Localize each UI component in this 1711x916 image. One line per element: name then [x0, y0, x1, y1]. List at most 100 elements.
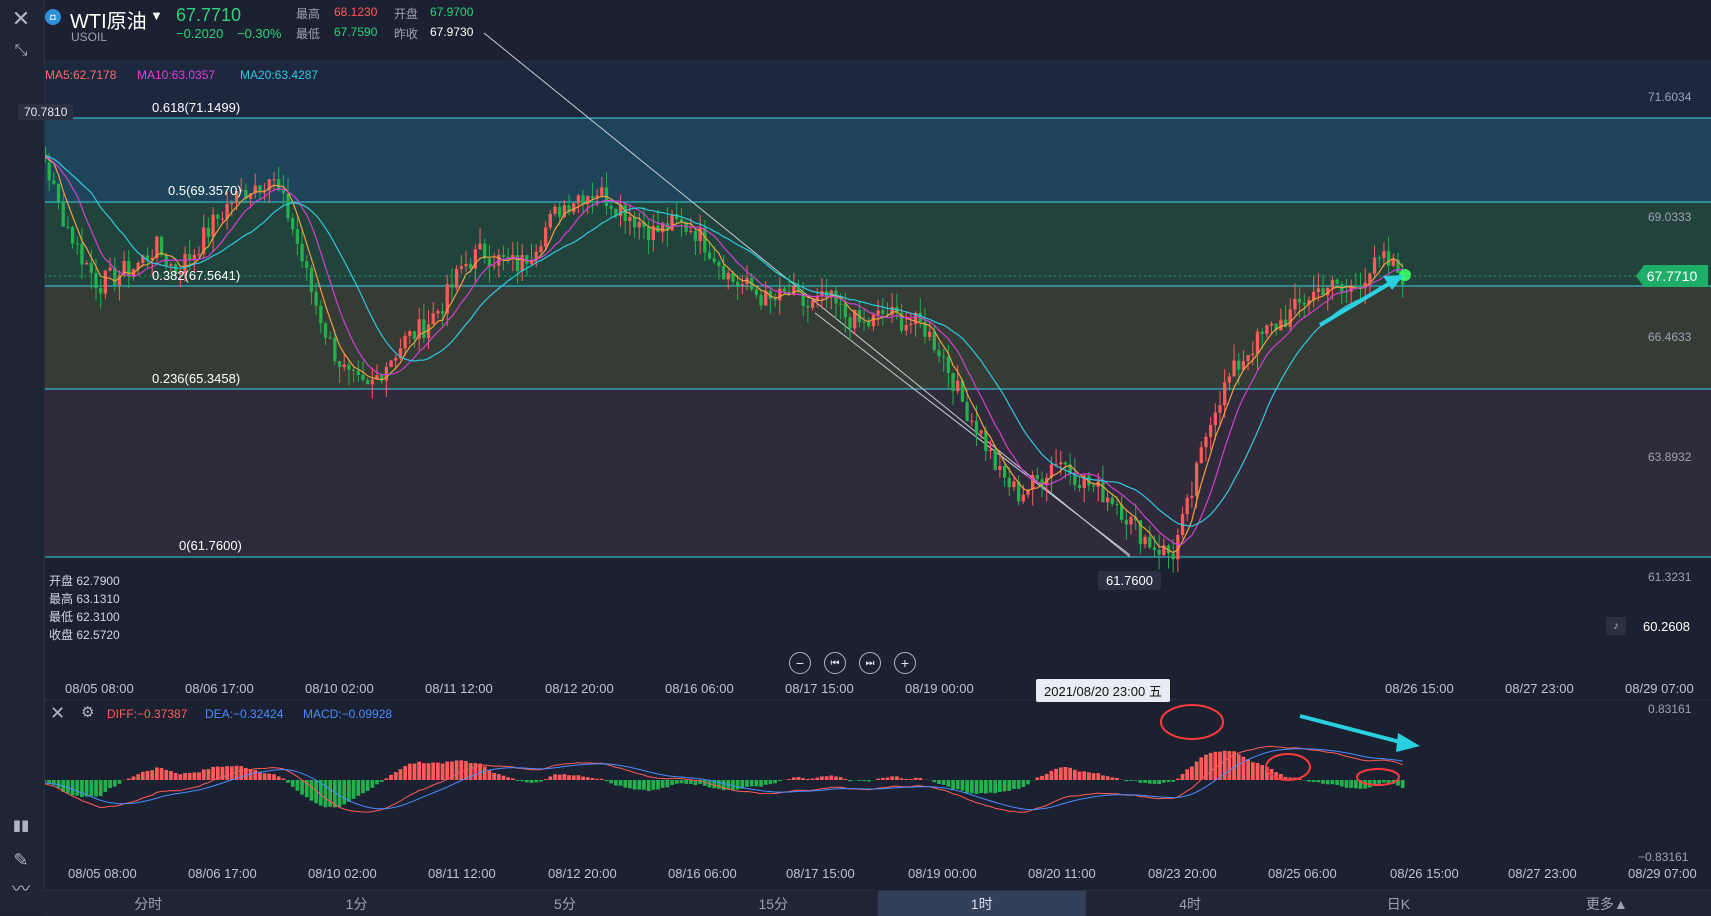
candle-body	[80, 244, 83, 265]
macd-bar	[108, 780, 112, 788]
macd-bar	[1251, 762, 1255, 780]
candle-body	[876, 310, 879, 314]
price-axis-3: 66.4633	[1648, 330, 1691, 344]
macd-bar	[539, 780, 543, 782]
oil-logo-icon: ◘	[45, 9, 61, 25]
macd-bar	[1035, 778, 1039, 780]
macd-bar	[1143, 780, 1147, 783]
macd-bar	[1101, 775, 1105, 780]
jump-end-button[interactable]: ⏭	[859, 652, 881, 674]
fib-label-05: 0.5(69.3570)	[168, 183, 242, 198]
macd-bar	[370, 780, 374, 788]
candle-body	[1256, 332, 1259, 354]
macd-bar	[281, 779, 285, 780]
time-label-macd: 08/23 20:00	[1148, 866, 1217, 881]
macd-bar	[1045, 774, 1049, 780]
macd-bar	[684, 780, 688, 784]
candlestick-chart[interactable]	[0, 0, 1711, 890]
macd-axis-bottom: −0.83161	[1638, 850, 1688, 864]
candle-body	[544, 228, 547, 247]
macd-bar	[1237, 754, 1241, 780]
tab-1min[interactable]: 1分	[252, 891, 460, 916]
macd-close-icon[interactable]: ✕	[50, 703, 65, 724]
macd-bar	[277, 776, 281, 780]
tab-1hour[interactable]: 1时	[878, 891, 1086, 916]
candle-body	[193, 255, 196, 260]
macd-bar	[890, 776, 894, 780]
candle-body	[85, 263, 88, 264]
candle-body	[272, 179, 275, 180]
pencil-icon[interactable]: ✎	[6, 845, 36, 875]
tab-timeshare[interactable]: 分时	[44, 891, 252, 916]
candle-body	[951, 373, 954, 391]
macd-bar	[263, 773, 267, 780]
zoom-out-button[interactable]: −	[789, 652, 811, 674]
close-icon[interactable]: ✕	[6, 4, 36, 34]
macd-bar	[296, 780, 300, 791]
macd-bar	[239, 766, 243, 780]
macd-bar	[1228, 751, 1232, 780]
candle-body	[1321, 288, 1324, 295]
macd-bar	[71, 780, 75, 795]
macd-bar	[183, 773, 187, 780]
macd-settings-icon[interactable]: ⚙	[81, 703, 94, 721]
macd-bar	[272, 774, 276, 780]
candle-body	[258, 185, 261, 191]
macd-bar	[459, 760, 463, 780]
candle-body	[1378, 258, 1381, 259]
time-label-main: 08/11 12:00	[425, 681, 493, 696]
jump-start-button[interactable]: ⏮	[824, 652, 846, 674]
fib-label-0: 0(61.7600)	[179, 538, 242, 553]
candle-body	[169, 264, 172, 266]
macd-bar	[914, 778, 918, 780]
tab-daily[interactable]: 日K	[1294, 891, 1502, 916]
macd-dea: DEA:−0.32424	[205, 707, 283, 721]
candle-body	[207, 228, 210, 237]
macd-bar	[188, 773, 192, 780]
macd-bar	[146, 771, 150, 780]
candle-body	[755, 289, 758, 295]
time-label-macd: 08/17 15:00	[786, 866, 855, 881]
candle-body	[811, 301, 814, 308]
macd-bar	[633, 780, 637, 790]
macd-bar	[1092, 773, 1096, 780]
macd-bar	[1382, 780, 1386, 783]
macd-bar	[984, 780, 988, 794]
macd-bar	[623, 780, 627, 788]
symbol-dropdown-icon[interactable]: ▼	[150, 8, 163, 23]
candle-body	[188, 254, 191, 259]
zoom-in-button[interactable]: +	[894, 652, 916, 674]
macd-bar	[651, 780, 655, 790]
macd-bar	[150, 770, 154, 780]
candle-body	[1317, 288, 1320, 292]
indicator-icon[interactable]: 〰	[6, 878, 36, 898]
macd-bar	[717, 780, 721, 789]
candle-type-icon[interactable]: ▮▮	[6, 810, 36, 840]
tab-15min[interactable]: 15分	[669, 891, 877, 916]
macd-bar	[399, 769, 403, 780]
tab-more[interactable]: 更多▲	[1503, 891, 1711, 916]
macd-bar	[961, 780, 965, 791]
candle-body	[230, 203, 233, 204]
macd-bar	[909, 779, 913, 780]
tab-4hour[interactable]: 4时	[1086, 891, 1294, 916]
bell-icon[interactable]: ♪	[1606, 617, 1626, 635]
candle-body	[216, 215, 219, 219]
candle-body	[492, 266, 495, 267]
candle-body	[403, 336, 406, 348]
time-label-macd: 08/29 07:00	[1628, 866, 1697, 881]
symbol-code: USOIL	[71, 30, 107, 44]
macd-bar	[1162, 780, 1166, 783]
tab-5min[interactable]: 5分	[461, 891, 669, 916]
macd-bar	[577, 775, 581, 780]
candle-body	[314, 292, 317, 306]
candle-body	[478, 244, 481, 250]
macd-bar	[1171, 780, 1175, 782]
macd-bar	[778, 780, 782, 781]
collapse-icon[interactable]: ⤡	[6, 36, 36, 66]
candle-body	[1157, 550, 1160, 555]
macd-bar	[1195, 762, 1199, 780]
candle-body	[1106, 498, 1109, 503]
macd-bar	[160, 768, 164, 780]
macd-bar	[492, 773, 496, 780]
